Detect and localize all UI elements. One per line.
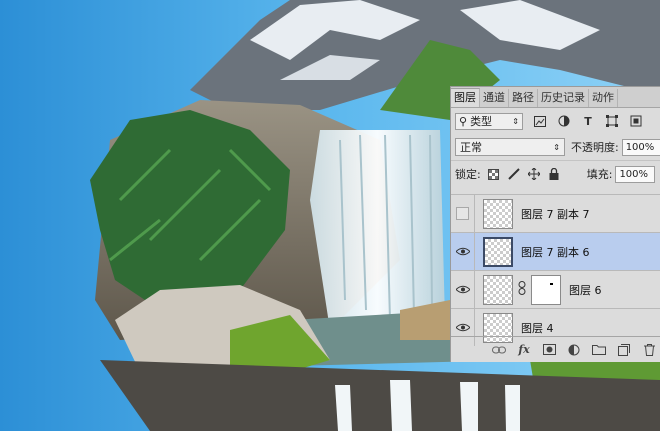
- smart-object-filter-icon[interactable]: [629, 114, 643, 128]
- hidden-visibility-box: [456, 207, 469, 220]
- new-layer-icon[interactable]: [616, 342, 632, 358]
- visibility-toggle[interactable]: [451, 233, 475, 270]
- opacity-input[interactable]: 100%: [621, 138, 660, 156]
- group-folder-icon[interactable]: [591, 342, 607, 358]
- lock-label: 锁定:: [455, 168, 481, 181]
- visibility-toggle[interactable]: [451, 195, 475, 232]
- panel-tabs: 图层 通道 路径 历史记录 动作: [451, 87, 660, 108]
- filter-select-label: 类型: [470, 115, 493, 128]
- layer-filter-select[interactable]: ⚲ 类型 ⇕: [455, 112, 523, 130]
- layer-mask-thumbnail[interactable]: [531, 274, 561, 305]
- layer-list: 图层 7 副本 7 图层 7 副本 6 图层 6 图层 4: [451, 194, 660, 346]
- layers-bottom-toolbar: fx: [451, 336, 660, 362]
- eye-icon: [455, 285, 470, 294]
- opacity-label: 不透明度:: [570, 141, 619, 154]
- adjustment-filter-icon[interactable]: [557, 114, 571, 128]
- layer-name: 图层 7 副本 7: [521, 207, 590, 221]
- updown-arrows-icon: ⇕: [512, 116, 519, 126]
- layers-panel: 图层 通道 路径 历史记录 动作 ⚲ 类型 ⇕ T 正常 ⇕ 不透明度: 100: [450, 86, 660, 362]
- pixel-filter-icon[interactable]: [533, 114, 547, 128]
- waterfall: [310, 130, 445, 330]
- filter-row: ⚲ 类型 ⇕ T: [451, 108, 660, 134]
- lock-image-pixels-icon[interactable]: [507, 167, 521, 181]
- tab-layers[interactable]: 图层: [451, 88, 480, 107]
- blend-row: 正常 ⇕ 不透明度: 100%: [451, 134, 660, 160]
- lock-transparent-pixels-icon[interactable]: [487, 167, 501, 181]
- layer-thumbnail: [483, 236, 513, 267]
- mask-link-icon[interactable]: [516, 281, 528, 298]
- adjustment-icon[interactable]: [566, 342, 582, 358]
- lock-position-icon[interactable]: [527, 167, 541, 181]
- layer-name: 图层 4: [521, 321, 554, 335]
- link-icon[interactable]: [491, 342, 507, 358]
- layer-thumbnail: [483, 274, 513, 305]
- layer-row-7-copy-7[interactable]: 图层 7 副本 7: [451, 194, 660, 232]
- blend-mode-select[interactable]: 正常 ⇕: [455, 138, 565, 156]
- layer-thumbnail: [483, 198, 513, 229]
- updown-arrows-icon: ⇕: [553, 142, 560, 152]
- lock-all-icon[interactable]: [547, 167, 561, 181]
- type-filter-icon[interactable]: T: [581, 114, 595, 128]
- tab-channels[interactable]: 通道: [480, 89, 509, 107]
- lock-row: 锁定: 填充: 100%: [451, 160, 660, 187]
- add-mask-icon[interactable]: [541, 342, 557, 358]
- shape-filter-icon[interactable]: [605, 114, 619, 128]
- layer-row-6[interactable]: 图层 6: [451, 270, 660, 308]
- tab-history[interactable]: 历史记录: [538, 89, 589, 107]
- tab-paths[interactable]: 路径: [509, 89, 538, 107]
- search-icon: ⚲: [459, 114, 468, 128]
- fill-label: 填充:: [586, 168, 613, 181]
- fill-input[interactable]: 100%: [615, 165, 656, 183]
- eye-icon: [455, 247, 470, 256]
- fx-icon[interactable]: fx: [516, 342, 532, 358]
- layer-name: 图层 6: [569, 283, 602, 297]
- visibility-toggle[interactable]: [451, 271, 475, 308]
- tab-actions[interactable]: 动作: [589, 89, 618, 107]
- layer-name: 图层 7 副本 6: [521, 245, 590, 259]
- eye-icon: [455, 323, 470, 332]
- blend-mode-value: 正常: [460, 141, 482, 154]
- layer-row-7-copy-6[interactable]: 图层 7 副本 6: [451, 232, 660, 270]
- trash-icon[interactable]: [641, 342, 657, 358]
